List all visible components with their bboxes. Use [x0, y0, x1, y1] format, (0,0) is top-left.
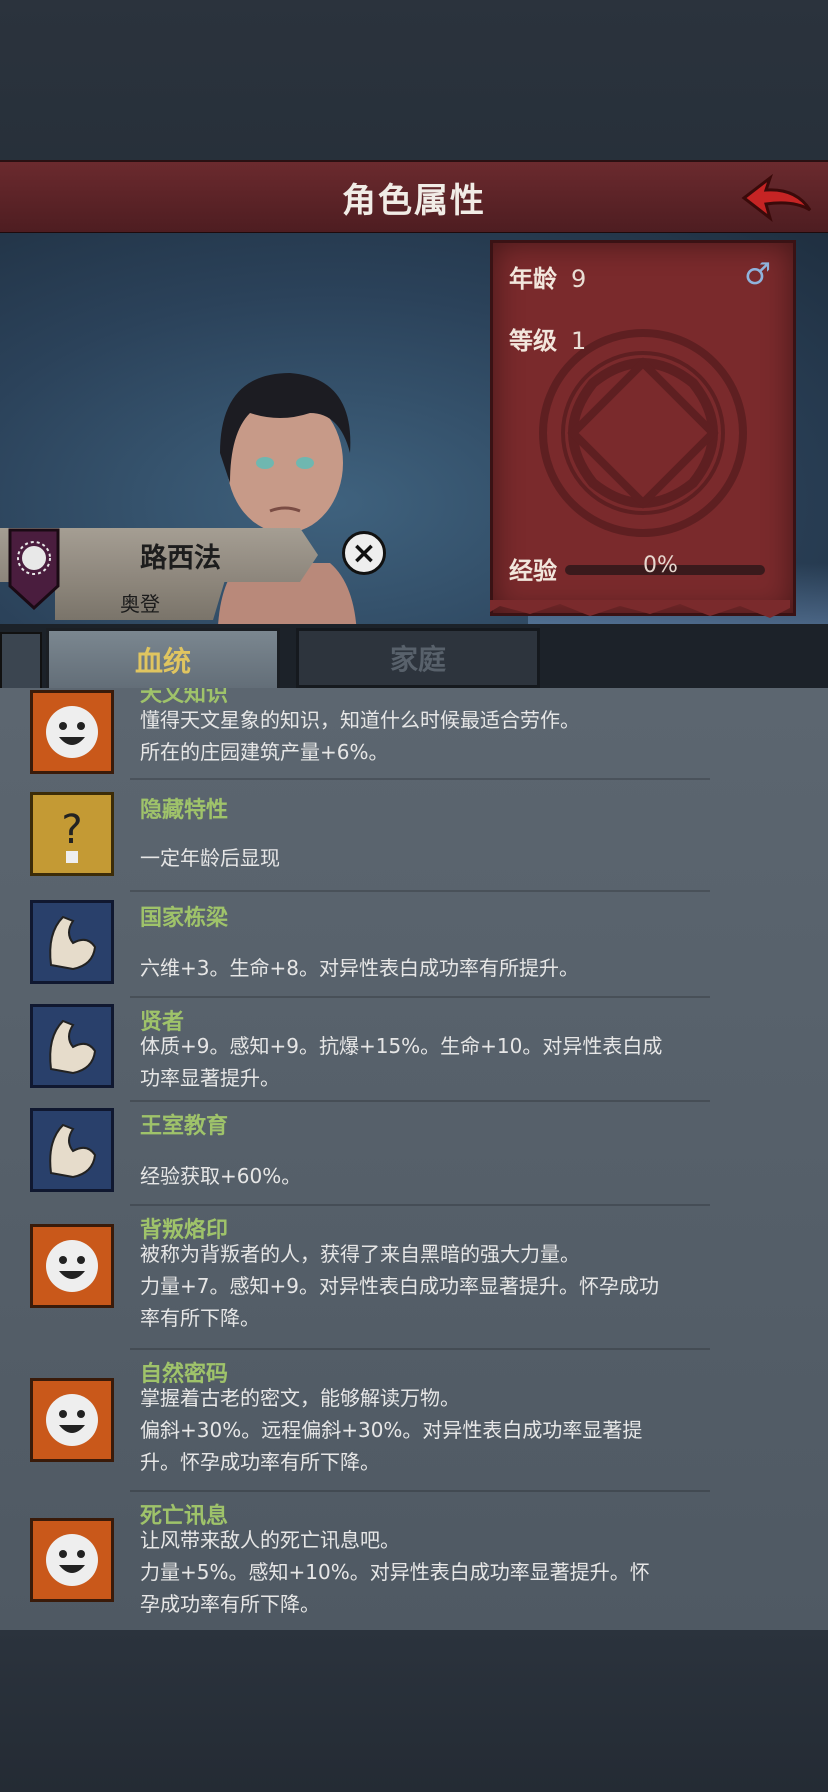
level-label: 等级	[509, 327, 557, 355]
trait-name: 国家栋梁	[140, 906, 229, 931]
male-gender-icon: ♂	[744, 257, 771, 292]
trait-name: 王室教育	[140, 1114, 229, 1139]
smile-icon	[30, 1378, 114, 1462]
trait-desc: 让风带来敌人的死亡讯息吧。 力量+5%。感知+10%。对异性表白成功率显著提升。怀…	[140, 1528, 650, 1616]
celtic-knot-emblem	[539, 329, 747, 537]
trait-desc: 体质+9。感知+9。抗爆+15%。生命+10。对异性表白成 功率显著提升。	[140, 1034, 663, 1090]
smile-icon	[30, 1518, 114, 1602]
bottom-background	[0, 1630, 828, 1792]
trait-desc: 掌握着古老的密文，能够解读万物。 偏斜+30%。远程偏斜+30%。对异性表白成功率…	[140, 1386, 643, 1474]
house-name: 奥登	[120, 592, 160, 616]
exp-percent: 0%	[643, 553, 678, 578]
family-crest-icon	[8, 528, 60, 610]
trait-desc: 被称为背叛者的人，获得了来自黑暗的强大力量。 力量+7。感知+9。对异性表白成功率…	[140, 1242, 659, 1330]
level-row: 等级 1	[509, 321, 586, 356]
tab-left-stub	[0, 632, 42, 692]
trait-name: 隐藏特性	[140, 798, 229, 823]
stats-panel: 年龄 9 ♂ 等级 1 经验 0%	[490, 240, 796, 616]
muscle-icon	[30, 900, 114, 984]
character-name: 路西法	[140, 543, 221, 574]
header-banner: 角色属性	[0, 160, 828, 235]
age-row: 年龄 9	[509, 259, 586, 294]
svg-text:?: ?	[61, 807, 82, 853]
exp-label: 经验	[509, 557, 557, 585]
page-title: 角色属性	[342, 180, 486, 221]
back-arrow-icon[interactable]	[736, 170, 816, 228]
close-button[interactable]: ×	[342, 531, 386, 575]
age-label: 年龄	[509, 265, 557, 293]
top-background	[0, 0, 828, 160]
trait-desc: 经验获取+60%。	[140, 1164, 302, 1188]
question-icon: ?	[30, 792, 114, 876]
muscle-icon	[30, 1108, 114, 1192]
tab-lineage[interactable]: 血统	[46, 628, 280, 688]
age-value: 9	[571, 265, 587, 293]
trait-desc: 懂得天文星象的知识，知道什么时候最适合劳作。 所在的庄园建筑产量+6%。	[140, 708, 580, 764]
muscle-icon	[30, 1004, 114, 1088]
tab-family[interactable]: 家庭	[296, 628, 540, 688]
trait-desc: 六维+3。生命+8。对异性表白成功率有所提升。	[140, 956, 579, 980]
exp-row: 经验	[509, 551, 557, 586]
level-value: 1	[571, 327, 587, 355]
smile-icon	[30, 690, 114, 774]
house-plate: 奥登	[55, 580, 225, 620]
stats-panel-torn-edge	[490, 600, 790, 618]
trait-desc: 一定年龄后显现	[140, 846, 280, 870]
trait-list[interactable]: 天文知识 懂得天文星象的知识，知道什么时候最适合劳作。 所在的庄园建筑产量+6%。…	[0, 688, 828, 1630]
smile-icon	[30, 1224, 114, 1308]
